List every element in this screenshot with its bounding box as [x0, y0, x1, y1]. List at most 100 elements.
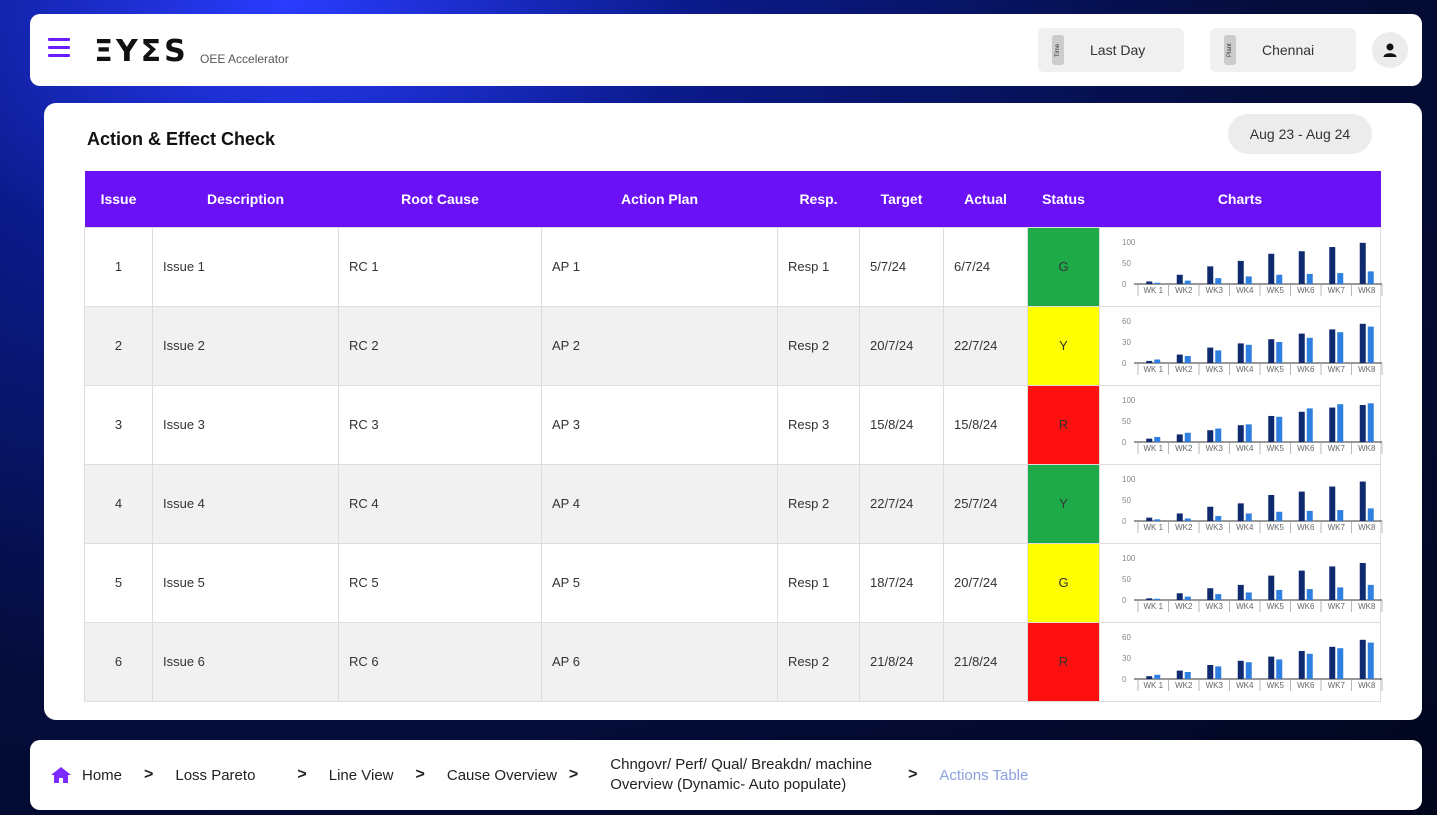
table-row[interactable]: 5 Issue 5 RC 5 AP 5 Resp 1 18/7/24 20/7/… [84, 542, 1383, 623]
status-badge: R [1027, 384, 1100, 465]
cell-action-plan: AP 6 [541, 621, 778, 702]
table-row[interactable]: 3 Issue 3 RC 3 AP 3 Resp 3 15/8/24 15/8/… [84, 384, 1383, 465]
x-tick-label: WK8 [1358, 523, 1376, 532]
bar [1146, 675, 1153, 679]
crumb-home[interactable]: Home [82, 767, 122, 784]
x-tick-label: WK3 [1206, 681, 1224, 690]
user-icon [1383, 43, 1397, 57]
table-body: 1 Issue 1 RC 1 AP 1 Resp 1 5/7/24 6/7/24… [84, 226, 1383, 702]
bar [1184, 355, 1191, 363]
table-row[interactable]: 6 Issue 6 RC 6 AP 6 Resp 2 21/8/24 21/8/… [84, 621, 1383, 702]
bar [1215, 428, 1222, 442]
x-tick-label: WK4 [1236, 444, 1254, 453]
crumb-line-view[interactable]: Line View [329, 767, 394, 784]
cell-target: 15/8/24 [859, 384, 944, 465]
bar [1298, 570, 1305, 600]
y-tick-label: 50 [1122, 417, 1131, 426]
cell-target: 22/7/24 [859, 463, 944, 544]
breadcrumb: Home > Loss Pareto > Line View > Cause O… [30, 740, 1422, 810]
bar [1154, 674, 1161, 679]
bar [1245, 344, 1252, 363]
cell-action-plan: AP 4 [541, 463, 778, 544]
home-icon[interactable] [50, 766, 72, 784]
bar [1237, 502, 1244, 521]
cell-resp: Resp 2 [777, 463, 860, 544]
bar [1176, 433, 1183, 442]
user-avatar[interactable] [1372, 32, 1408, 68]
brand-logo: ΞΥΣS [94, 34, 189, 69]
cell-action-plan: AP 1 [541, 226, 778, 307]
y-tick-label: 100 [1122, 396, 1136, 405]
cell-target: 20/7/24 [859, 305, 944, 386]
bar [1276, 416, 1283, 442]
chevron-right-icon: > [568, 766, 579, 783]
bar [1154, 282, 1161, 284]
bar [1237, 584, 1244, 600]
y-tick-label: 60 [1122, 317, 1131, 326]
crumb-actions-table[interactable]: Actions Table [939, 767, 1028, 784]
bar [1359, 242, 1366, 284]
x-tick-label: WK5 [1267, 286, 1285, 295]
x-tick-label: WK 1 [1143, 444, 1163, 453]
bar [1176, 592, 1183, 600]
x-tick-label: WK4 [1236, 365, 1254, 374]
mini-chart: 100 50 0 WK 1 WK2 WK3 WK4 WK5 WK6 WK7 WK8 [1122, 238, 1383, 296]
mini-chart-cell: 100 50 0 WK 1 WK2 WK3 WK4 WK5 WK6 WK7 WK8 [1099, 226, 1383, 307]
x-tick-label: WK5 [1267, 602, 1285, 611]
cell-issue: 2 [84, 305, 153, 386]
mini-chart-cell: 60 30 0 WK 1 WK2 WK3 WK4 WK5 WK6 WK7 WK8 [1099, 305, 1383, 386]
cell-root-cause: RC 4 [338, 463, 542, 544]
x-tick-label: WK3 [1206, 523, 1224, 532]
mini-chart-cell: 100 50 0 WK 1 WK2 WK3 WK4 WK5 WK6 WK7 WK8 [1099, 542, 1383, 623]
x-tick-label: WK4 [1236, 602, 1254, 611]
cell-description: Issue 5 [152, 542, 339, 623]
table-row[interactable]: 1 Issue 1 RC 1 AP 1 Resp 1 5/7/24 6/7/24… [84, 226, 1383, 307]
bar [1268, 338, 1275, 363]
bar [1298, 491, 1305, 521]
y-tick-label: 60 [1122, 633, 1131, 642]
date-range-pill[interactable]: Aug 23 - Aug 24 [1228, 114, 1372, 154]
col-description: Description [152, 171, 339, 227]
cell-description: Issue 6 [152, 621, 339, 702]
bar [1146, 438, 1153, 442]
cell-resp: Resp 1 [777, 542, 860, 623]
bar [1176, 670, 1183, 679]
status-badge: R [1027, 621, 1100, 702]
bar [1207, 429, 1214, 442]
status-badge: G [1027, 226, 1100, 307]
x-tick-label: WK8 [1358, 365, 1376, 374]
plant-selector[interactable]: Plant Chennai [1210, 28, 1356, 72]
page-title: Action & Effect Check [87, 129, 276, 149]
bar [1154, 359, 1161, 363]
cell-issue: 5 [84, 542, 153, 623]
bar [1154, 436, 1161, 442]
table-row[interactable]: 4 Issue 4 RC 4 AP 4 Resp 2 22/7/24 25/7/… [84, 463, 1383, 544]
actions-table: Issue Description Root Cause Action Plan… [84, 171, 1383, 702]
crumb-loss-pareto[interactable]: Loss Pareto [175, 767, 255, 784]
bar [1207, 587, 1214, 600]
bar [1306, 337, 1313, 363]
x-tick-label: WK7 [1328, 602, 1346, 611]
y-tick-label: 50 [1122, 259, 1131, 268]
bar [1146, 280, 1153, 284]
crumb-cause-overview[interactable]: Cause Overview [447, 767, 557, 784]
y-tick-label: 100 [1122, 475, 1136, 484]
bar [1337, 403, 1344, 442]
col-issue: Issue [84, 171, 153, 227]
chevron-right-icon: > [415, 766, 425, 783]
mini-chart: 100 50 0 WK 1 WK2 WK3 WK4 WK5 WK6 WK7 WK8 [1122, 475, 1383, 533]
menu-icon[interactable] [48, 38, 70, 58]
bar [1367, 507, 1374, 521]
crumb-chngovr-overview[interactable]: Chngovr/ Perf/ Qual/ Breakdn/ machine Ov… [610, 755, 872, 795]
table-row[interactable]: 2 Issue 2 RC 2 AP 2 Resp 2 20/7/24 22/7/… [84, 305, 1383, 386]
y-tick-label: 30 [1122, 338, 1131, 347]
bar [1146, 597, 1153, 600]
bar [1367, 270, 1374, 284]
y-tick-label: 50 [1122, 575, 1131, 584]
time-selector[interactable]: Time Last Day [1038, 28, 1184, 72]
mini-chart-cell: 100 50 0 WK 1 WK2 WK3 WK4 WK5 WK6 WK7 WK8 [1099, 384, 1383, 465]
bar [1329, 246, 1336, 284]
bar [1237, 424, 1244, 442]
bar [1184, 517, 1191, 521]
x-tick-label: WK6 [1297, 602, 1315, 611]
